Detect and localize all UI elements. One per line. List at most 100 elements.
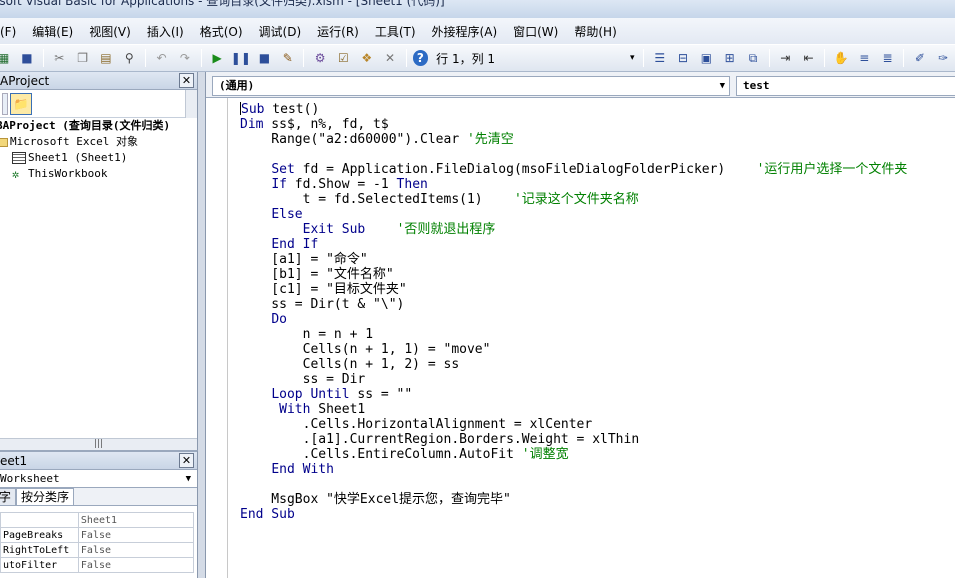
menu-view[interactable]: 视图(V) xyxy=(89,23,131,40)
code-keyword: Exit Sub xyxy=(302,222,366,237)
save-icon[interactable]: ■ xyxy=(17,48,36,68)
list-constants-icon[interactable]: ⊟ xyxy=(673,48,692,68)
code-line[interactable]: [b1] = "文件名称" xyxy=(240,267,907,282)
run-icon[interactable]: ▶ xyxy=(208,48,227,68)
menu-edit[interactable]: 编辑(E) xyxy=(32,23,73,40)
find-icon[interactable]: ⚲ xyxy=(120,48,139,68)
procedure-combo[interactable]: test xyxy=(736,76,955,96)
menu-addins[interactable]: 外接程序(A) xyxy=(432,23,498,40)
clear-bookmarks-icon[interactable]: ✑ xyxy=(934,48,953,68)
code-line[interactable]: Dim ss$, n%, fd, t$ xyxy=(240,117,907,132)
code-line[interactable]: Sub test() xyxy=(240,102,907,117)
comment-block-icon[interactable]: ≡ xyxy=(855,48,874,68)
code-line[interactable]: Exit Sub '否则就退出程序 xyxy=(240,222,907,237)
copy-icon[interactable]: ❐ xyxy=(73,48,92,68)
project-explorer-icon[interactable]: ⚙ xyxy=(310,48,329,68)
menu-tools[interactable]: 工具(T) xyxy=(375,23,416,40)
properties-window-icon[interactable]: ☑ xyxy=(334,48,353,68)
property-value[interactable]: False xyxy=(77,542,195,558)
undo-icon[interactable]: ↶ xyxy=(152,48,171,68)
menu-file[interactable]: 件(F) xyxy=(0,23,16,40)
code-line[interactable]: Cells(n + 1, 2) = ss xyxy=(240,357,907,372)
toolbar-overflow-icon[interactable]: ▾ xyxy=(627,48,637,68)
code-line[interactable]: Do xyxy=(240,312,907,327)
menu-window[interactable]: 窗口(W) xyxy=(513,23,558,40)
tab-categorized[interactable]: 按分类序 xyxy=(16,488,75,505)
code-line[interactable]: MsgBox "快学Excel提示您，查询完毕" xyxy=(240,492,907,507)
tab-alphabetic[interactable]: 字 xyxy=(0,488,17,505)
break-icon[interactable]: ❚❚ xyxy=(231,48,251,68)
property-name: utoFilter xyxy=(0,557,79,573)
object-browser-icon[interactable]: ❖ xyxy=(357,48,376,68)
view-object-icon[interactable] xyxy=(2,92,8,115)
property-value[interactable]: False xyxy=(77,557,195,573)
code-line[interactable]: .[a1].CurrentRegion.Borders.Weight = xlT… xyxy=(240,432,907,447)
menu-help[interactable]: 帮助(H) xyxy=(574,23,616,40)
code-editor[interactable]: Sub test() Dim ss$, n%, fd, t$ Range("a2:… xyxy=(240,102,907,522)
code-line[interactable]: .Cells.HorizontalAlignment = xlCenter xyxy=(240,417,907,432)
code-line[interactable]: Cells(n + 1, 1) = "move" xyxy=(240,342,907,357)
redo-icon[interactable]: ↷ xyxy=(175,48,194,68)
code-line[interactable]: ss = Dir xyxy=(240,372,907,387)
toggle-folders-icon[interactable]: 📁 xyxy=(10,92,32,115)
close-icon[interactable]: ✕ xyxy=(179,73,194,88)
code-line[interactable]: End If xyxy=(240,237,907,252)
quick-info-icon[interactable]: ▣ xyxy=(697,48,716,68)
code-line[interactable]: Else xyxy=(240,207,907,222)
project-root[interactable]: BAProject (查询目录(文件归类) xyxy=(0,118,197,134)
property-row[interactable]: PageBreaks False xyxy=(0,527,195,543)
horizontal-scrollbar[interactable]: ||| xyxy=(0,438,197,450)
toolbox-icon[interactable]: ✕ xyxy=(380,48,399,68)
menu-insert[interactable]: 插入(I) xyxy=(147,23,184,40)
toolbar-separator xyxy=(405,49,407,67)
list-properties-icon[interactable]: ☰ xyxy=(650,48,669,68)
code-line[interactable]: [c1] = "目标文件夹" xyxy=(240,282,907,297)
code-line[interactable] xyxy=(240,477,907,492)
code-line[interactable]: t = fd.SelectedItems(1) '记录这个文件夹名称 xyxy=(240,192,907,207)
code-text: Cells(n + 1, 1) = "move" xyxy=(240,342,491,357)
indent-icon[interactable]: ⇥ xyxy=(776,48,795,68)
menu-format[interactable]: 格式(O) xyxy=(200,23,243,40)
object-combo[interactable]: (通用) ▼ xyxy=(212,76,730,96)
menu-run[interactable]: 运行(R) xyxy=(317,23,359,40)
code-line[interactable]: End Sub xyxy=(240,507,907,522)
toggle-breakpoint-icon[interactable]: ✋ xyxy=(831,48,850,68)
property-value[interactable]: Sheet1 xyxy=(77,512,195,528)
property-row[interactable]: RightToLeft False xyxy=(0,542,195,558)
code-line[interactable]: [a1] = "命令" xyxy=(240,252,907,267)
code-line[interactable]: Loop Until ss = "" xyxy=(240,387,907,402)
tree-folder-excel-objects[interactable]: Microsoft Excel 对象 xyxy=(0,134,197,150)
view-excel-icon[interactable]: ▦ xyxy=(0,48,13,68)
code-line[interactable]: With Sheet1 xyxy=(240,402,907,417)
property-row[interactable]: Sheet1 xyxy=(0,512,195,528)
code-line[interactable]: .Cells.EntireColumn.AutoFit '调整宽 xyxy=(240,447,907,462)
close-icon[interactable]: ✕ xyxy=(179,453,194,468)
code-line[interactable]: Set fd = Application.FileDialog(msoFileD… xyxy=(240,162,907,177)
code-line[interactable]: Range("a2:d60000").Clear '先清空 xyxy=(240,132,907,147)
code-line[interactable]: If fd.Show = -1 Then xyxy=(240,177,907,192)
outdent-icon[interactable]: ⇤ xyxy=(799,48,818,68)
object-selector[interactable]: Worksheet ▼ xyxy=(0,470,197,488)
parameter-info-icon[interactable]: ⊞ xyxy=(720,48,739,68)
code-line[interactable]: End With xyxy=(240,462,907,477)
reset-icon[interactable]: ■ xyxy=(255,48,274,68)
code-line[interactable]: n = n + 1 xyxy=(240,327,907,342)
property-row[interactable]: utoFilter False xyxy=(0,557,195,573)
uncomment-block-icon[interactable]: ≣ xyxy=(878,48,897,68)
code-line[interactable] xyxy=(240,147,907,162)
tree-item-sheet1[interactable]: Sheet1 (Sheet1) xyxy=(0,150,197,166)
paste-icon[interactable]: ▤ xyxy=(96,48,115,68)
code-margin[interactable] xyxy=(206,98,228,578)
design-mode-icon[interactable]: ✎ xyxy=(278,48,297,68)
cut-icon[interactable]: ✂ xyxy=(50,48,69,68)
property-value[interactable]: False xyxy=(77,527,195,543)
menu-debug[interactable]: 调试(D) xyxy=(259,23,302,40)
tree-item-thisworkbook[interactable]: ✲ ThisWorkbook xyxy=(0,166,197,182)
code-window: (通用) ▼ test Sub test() Dim ss$, n%, fd, t… xyxy=(205,72,955,578)
code-line[interactable]: ss = Dir(t & "\") xyxy=(240,297,907,312)
scroll-arrow-icon[interactable] xyxy=(185,90,197,118)
toggle-bookmark-icon[interactable]: ✐ xyxy=(910,48,929,68)
complete-word-icon[interactable]: ⧉ xyxy=(743,48,762,68)
help-icon[interactable]: ? xyxy=(412,50,429,66)
